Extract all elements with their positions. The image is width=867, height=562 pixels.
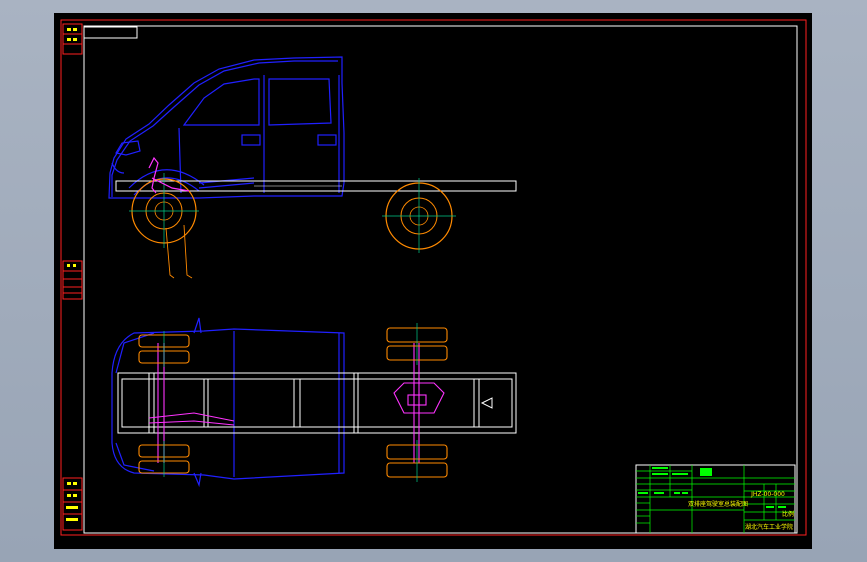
truck-side-view-drawing <box>108 56 517 279</box>
cab-top-outline <box>111 317 345 488</box>
front-right-wheel-top <box>138 441 190 477</box>
sheet-inner-border <box>83 25 798 534</box>
frame-top <box>117 372 517 434</box>
rear-right-wheel-top <box>386 440 448 482</box>
rear-left-wheel-top <box>386 323 448 365</box>
title-block-drawing-title: 双排座驾驶室总装配图 <box>688 500 748 508</box>
title-block-drawing-number: JHZ-00-000 <box>750 491 785 498</box>
title-block: 双排座驾驶室总装配图 JHZ-00-000 比例 湖北汽车工业学院 <box>635 464 796 534</box>
drawing-code-box <box>83 26 138 39</box>
truck-top-view-drawing <box>111 317 517 488</box>
cad-viewport[interactable]: 双排座驾驶室总装配图 JHZ-00-000 比例 湖北汽车工业学院 <box>54 13 812 549</box>
rear-door-window <box>268 78 332 126</box>
rear-wheel-side <box>382 178 456 253</box>
front-door-window <box>182 78 260 126</box>
title-block-scale-label: 比例 <box>782 510 794 518</box>
front-left-wheel-top <box>138 331 190 367</box>
left-margin-strip <box>62 23 83 531</box>
front-suspension-side <box>148 156 190 194</box>
cab-side-outline <box>108 56 345 199</box>
cad-drawing-sheet: 双排座驾驶室总装配图 JHZ-00-000 比例 湖北汽车工业学院 <box>60 19 807 536</box>
title-block-company: 湖北汽车工业学院 <box>745 523 793 531</box>
left-margin-marks <box>66 28 78 521</box>
